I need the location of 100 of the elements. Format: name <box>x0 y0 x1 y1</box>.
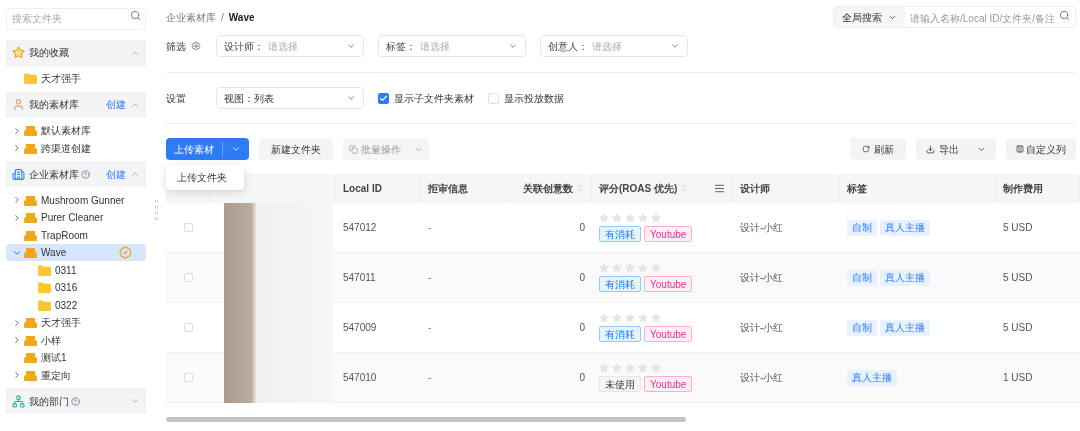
breadcrumb-current: Wave <box>228 10 255 25</box>
rating-star[interactable] <box>612 313 622 323</box>
checkbox[interactable] <box>183 223 193 232</box>
tag: 真人主播 <box>880 219 930 236</box>
status-tag: 有消耗 <box>599 326 641 342</box>
caret-icon[interactable] <box>12 317 22 328</box>
library-icon <box>24 229 37 241</box>
checkbox[interactable] <box>378 92 389 104</box>
library-icon <box>24 194 37 206</box>
section-header[interactable]: 企业素材库 创建 <box>6 161 146 187</box>
library-icon <box>24 247 37 258</box>
chevron-down-icon[interactable] <box>130 396 140 406</box>
rating-star[interactable] <box>612 213 622 223</box>
caret-icon[interactable] <box>12 195 22 205</box>
local-id: 547009 <box>343 321 377 335</box>
tree-item[interactable]: 重定向 <box>6 366 146 384</box>
tree-item-label: 0311 <box>55 263 77 278</box>
tree-item[interactable]: 0311 <box>6 261 146 279</box>
tree-item[interactable]: 默认素材库 <box>6 122 146 139</box>
caret-icon[interactable] <box>12 335 22 345</box>
sort-icon[interactable] <box>679 184 689 193</box>
global-search-field[interactable]: 请输入名称/Local ID/文件夹/备注 <box>905 8 1075 29</box>
rating-star[interactable] <box>638 213 648 223</box>
rating-star[interactable] <box>625 313 635 323</box>
filter-menu-icon[interactable] <box>714 183 725 194</box>
search-icon[interactable] <box>130 10 141 21</box>
caret-icon[interactable] <box>12 125 22 136</box>
section-header[interactable]: 我的素材库 创建 <box>6 91 146 118</box>
sort-icon[interactable] <box>575 184 584 193</box>
rating-star[interactable] <box>599 213 609 223</box>
breadcrumb-separator: / <box>221 10 224 25</box>
export-button[interactable]: 导出 <box>916 138 996 160</box>
tree-item[interactable]: 小样 <box>6 331 146 349</box>
global-search-bar[interactable]: 全局搜索 请输入名称/Local ID/文件夹/备注 <box>833 6 1076 28</box>
select-field[interactable]: 创意人： 请选择 <box>540 35 688 57</box>
settings-icon[interactable] <box>191 41 201 51</box>
tree-item[interactable]: 0316 <box>6 279 146 296</box>
select-field[interactable]: 视图：列表 <box>216 87 364 109</box>
org-chart-icon <box>12 394 25 408</box>
download-icon <box>926 144 935 154</box>
chevron-down-icon <box>670 41 680 51</box>
column-header: 评分(ROAS 优先) <box>599 182 678 196</box>
refresh-button[interactable]: 刷新 <box>850 138 906 160</box>
customize-columns-button[interactable]: 自定义列 <box>1006 138 1076 160</box>
chevron-down-icon <box>346 41 356 51</box>
tag: 自制 <box>847 219 877 236</box>
menu-item[interactable]: 上传文件夹 <box>166 169 244 186</box>
filter-label: 筛选 <box>166 39 186 54</box>
tree-item[interactable]: 测试1 <box>6 349 146 366</box>
section-title: 企业素材库 <box>29 167 79 182</box>
section-header[interactable]: 我的收藏 <box>6 39 146 66</box>
create-link[interactable]: 创建 <box>106 97 126 112</box>
new-folder-button[interactable]: 新建文件夹 <box>259 138 333 160</box>
section-header[interactable]: 我的部门 <box>6 388 146 414</box>
checkbox[interactable] <box>183 323 193 332</box>
caret-icon[interactable] <box>12 370 22 380</box>
column-header: 制作费用 <box>1003 182 1043 196</box>
caret-icon[interactable] <box>12 212 22 223</box>
section-title: 我的部门 <box>29 394 69 409</box>
rating-star[interactable] <box>625 213 635 223</box>
caret-icon[interactable] <box>12 143 22 153</box>
checkbox[interactable] <box>183 373 193 382</box>
select-field[interactable]: 标签： 请选择 <box>378 35 526 57</box>
create-link[interactable]: 创建 <box>106 166 126 182</box>
horizontal-scrollbar[interactable] <box>166 417 686 422</box>
resize-handle[interactable] <box>154 200 158 220</box>
library-icon <box>24 142 37 154</box>
tree-item[interactable]: 天才强手 <box>6 314 146 331</box>
linked-count: 0 <box>579 271 585 285</box>
tree-item[interactable]: Wave <box>6 244 146 261</box>
checkbox[interactable] <box>183 273 193 282</box>
rating-star[interactable] <box>599 313 609 323</box>
tree-item[interactable]: 跨渠道创建 <box>6 139 146 157</box>
tree-item[interactable]: Mushroom Gunner <box>6 191 146 209</box>
channel-tag: Youtube <box>644 376 693 392</box>
upload-button[interactable]: 上传素材 <box>166 138 249 160</box>
search-scope-select[interactable]: 全局搜索 <box>834 7 905 27</box>
cost: 1 USD <box>1003 371 1033 385</box>
breadcrumb-item[interactable]: 企业素材库 <box>166 9 216 25</box>
chevron-up-icon[interactable] <box>130 169 140 179</box>
tree-item[interactable]: Purer Cleaner <box>6 209 146 226</box>
tag: 自制 <box>847 319 877 336</box>
tree-item[interactable]: 天才强手 <box>6 70 146 87</box>
tree-item-label: 小样 <box>41 333 61 348</box>
column-header: 拒审信息 <box>428 182 468 196</box>
search-icon[interactable] <box>1059 10 1070 21</box>
tree-item-label: 默认素材库 <box>41 124 91 138</box>
search-field[interactable]: 搜索文件夹 <box>6 7 146 30</box>
tree-item[interactable]: 0322 <box>6 296 146 314</box>
tag: 真人主播 <box>880 319 930 336</box>
checkbox[interactable] <box>488 92 499 104</box>
rating-star[interactable] <box>638 313 648 323</box>
chevron-down-icon[interactable] <box>231 144 241 154</box>
help-icon[interactable] <box>81 169 90 179</box>
help-icon[interactable] <box>71 396 80 406</box>
rating-star[interactable] <box>651 213 661 223</box>
select-field[interactable]: 设计师： 请选择 <box>216 35 364 57</box>
linked-count: 0 <box>579 371 585 385</box>
tree-item[interactable]: TrapRoom <box>6 226 146 244</box>
rating-star[interactable] <box>651 313 661 323</box>
